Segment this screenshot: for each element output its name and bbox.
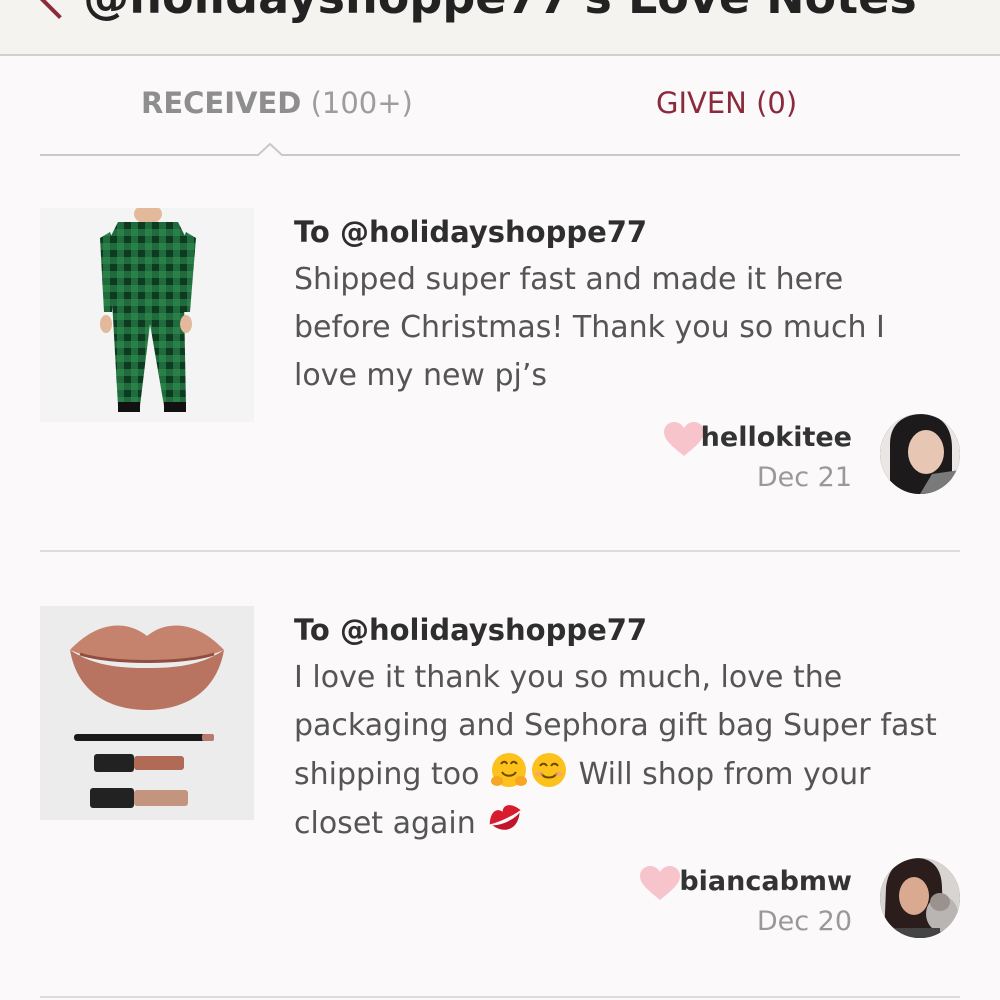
smiling-face-emoji-icon [532, 753, 567, 787]
note-date: Dec 21 [756, 462, 852, 493]
author-username[interactable]: hellokitee [701, 422, 852, 453]
tab-received-count: (100+) [310, 86, 413, 120]
listing-thumbnail[interactable] [40, 606, 254, 820]
love-note-item: To @holidayshoppe77 I love it thank you … [40, 606, 960, 998]
hugging-face-emoji-icon [491, 753, 528, 787]
tab-bar: RECEIVED (100+) GIVEN (0) [40, 56, 960, 156]
lip-kit-image [40, 606, 254, 820]
note-text: Shipped super fast and made it here befo… [294, 262, 885, 393]
note-recipient: To @holidayshoppe77 [294, 613, 648, 647]
author-username[interactable]: biancabmw [679, 866, 852, 897]
note-text: I love it thank you so much, love the pa… [294, 654, 944, 848]
tab-given[interactable]: GIVEN (0) [656, 86, 797, 120]
heart-icon [664, 422, 704, 456]
note-author[interactable]: hellokitee Dec 21 [560, 414, 960, 496]
love-note-item: To @holidayshoppe77 Shipped super fast a… [40, 208, 960, 552]
note-date: Dec 20 [756, 906, 852, 937]
note-body: To @holidayshoppe77 Shipped super fast a… [294, 214, 944, 400]
active-tab-pointer-icon [257, 142, 283, 156]
listing-thumbnail[interactable] [40, 208, 254, 422]
heart-icon [640, 866, 680, 900]
tab-received-label: RECEIVED [141, 86, 302, 120]
note-body: To @holidayshoppe77 I love it thank you … [294, 612, 944, 848]
avatar[interactable] [880, 858, 960, 938]
page-title: @holidayshoppe77's Love Notes [0, 0, 1000, 24]
kiss-mark-emoji-icon [490, 805, 521, 830]
tab-received[interactable]: RECEIVED (100+) [141, 86, 413, 120]
header-bar: @holidayshoppe77's Love Notes [0, 0, 1000, 56]
green-plaid-pajamas-image [40, 208, 254, 422]
note-recipient: To @holidayshoppe77 [294, 215, 648, 249]
note-author[interactable]: biancabmw Dec 20 [560, 858, 960, 940]
avatar[interactable] [880, 414, 960, 494]
